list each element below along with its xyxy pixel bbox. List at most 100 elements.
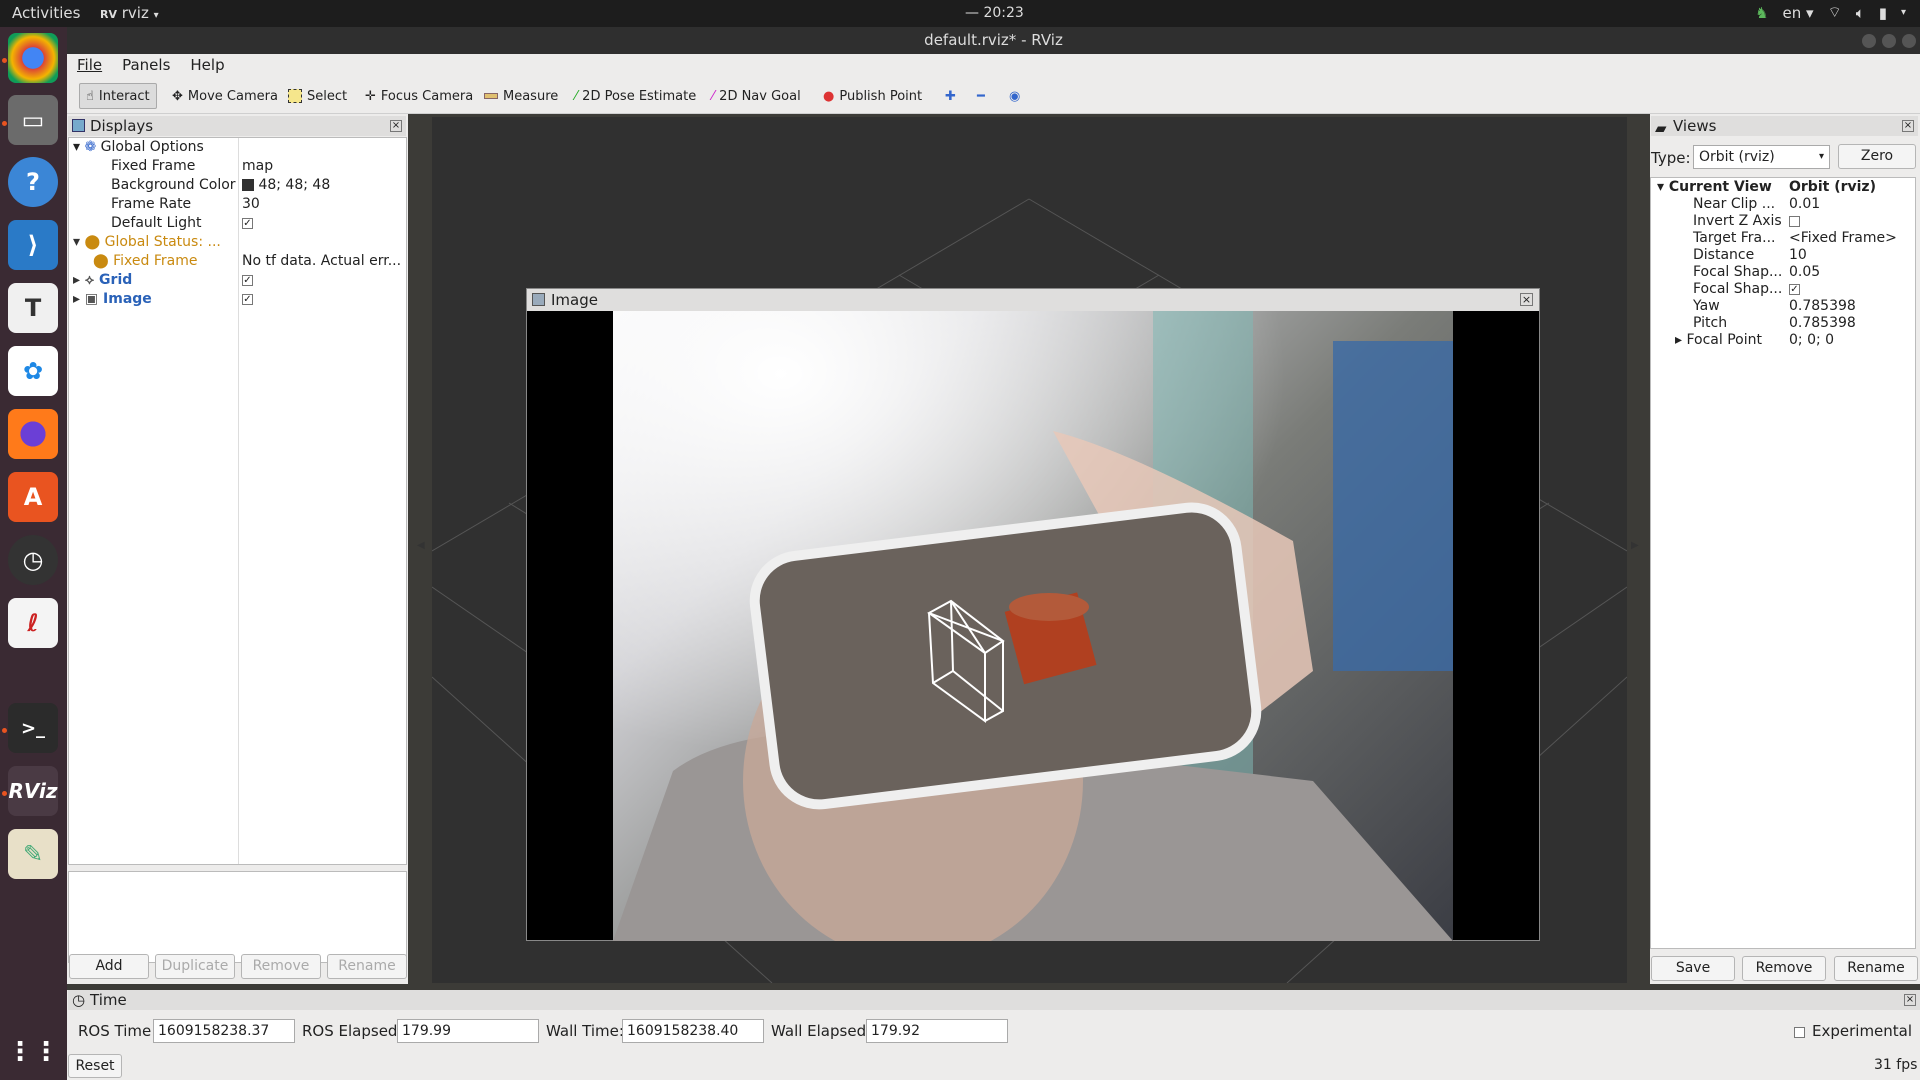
save-view-button[interactable]: Save [1651,956,1735,981]
remove-view-button[interactable]: Remove [1742,956,1826,981]
displays-tree[interactable]: ▾ ❁ Global Options Fixed Frame map Backg… [68,137,407,865]
expand-arrow-icon[interactable]: ▸ [73,272,80,288]
remove-display-button[interactable]: Remove [241,954,321,979]
experimental-checkbox[interactable] [1794,1024,1805,1040]
status-error-text: No tf data. Actual err... [242,253,402,269]
fixed-frame-label: Fixed Frame [111,158,196,174]
ros-time-label: ROS Time: [78,1022,157,1040]
volume-icon[interactable]: 🔈︎ [1856,4,1865,22]
app-menu[interactable]: RV rviz ▾ [100,4,159,22]
maximize-button[interactable] [1882,34,1896,48]
measure-tool[interactable]: Measure [478,83,564,109]
close-button[interactable] [1902,34,1916,48]
menu-help[interactable]: Help [180,54,234,78]
checkbox-unchecked[interactable] [1789,215,1800,227]
ros-elapsed-field[interactable]: 179.99 [397,1019,539,1043]
reset-button[interactable]: Reset [68,1054,122,1078]
expand-arrow-icon[interactable]: ▾ [73,139,80,155]
expand-arrow-icon[interactable]: ▾ [73,234,80,250]
checkbox-unchecked[interactable] [1794,1026,1805,1038]
system-tray[interactable]: ♞ en ▾ ⌔ 🔈︎ ▮ ▾ [1755,3,1906,22]
language-indicator[interactable]: en ▾ [1783,4,1814,22]
terminal-icon[interactable]: >_ [8,703,58,753]
tree-row-global-options[interactable]: ▾ ❁ Global Options [73,139,204,158]
add-tool-button[interactable]: ✚ [939,83,962,109]
image-viewer-icon[interactable]: ✎ [8,829,58,879]
duplicate-display-button[interactable]: Duplicate [155,954,235,979]
move-camera-tool[interactable]: ✥ Move Camera [166,83,284,109]
interact-tool[interactable]: ☝ Interact [79,83,157,109]
wall-elapsed-field[interactable]: 179.92 [866,1019,1008,1043]
window-titlebar[interactable]: default.rviz* - RViz [67,27,1920,54]
rename-view-button[interactable]: Rename [1834,956,1918,981]
zero-button[interactable]: Zero [1838,144,1916,169]
ros-time-field[interactable]: 1609158238.37 [153,1019,295,1043]
close-panel-button[interactable]: × [1904,994,1916,1006]
tree-row-grid[interactable]: ▸ ⟡ Grid [73,272,132,291]
remove-tool-button[interactable]: ━ [971,83,991,109]
minimize-button[interactable] [1862,34,1876,48]
cloud-app-icon[interactable]: ✿ [8,346,58,396]
help-icon[interactable]: ? [8,157,58,207]
background-color-value[interactable]: 48; 48; 48 [242,177,330,196]
default-light-checkbox[interactable]: ✓ [242,215,253,234]
add-display-button[interactable]: Add [69,954,149,979]
select-tool[interactable]: Select [282,83,353,109]
rename-display-button[interactable]: Rename [327,954,407,979]
focal-point-value[interactable]: 0; 0; 0 [1789,332,1834,351]
default-light-label: Default Light [111,215,202,231]
pose-estimate-tool[interactable]: ⁄ 2D Pose Estimate [569,83,702,109]
checkbox-checked[interactable]: ✓ [242,293,253,305]
views-tree[interactable]: ▾ Current View Orbit (rviz) Near Clip ..… [1650,177,1916,949]
camera-type-button[interactable]: ◉ [1003,83,1026,109]
close-icon[interactable]: × [1520,293,1533,306]
expand-arrow-icon[interactable]: ▸ [73,291,80,307]
close-panel-button[interactable]: × [390,120,402,132]
activities-button[interactable]: Activities [12,4,80,22]
expand-arrow-icon[interactable]: ▸ [1675,332,1682,348]
pdf-viewer-icon[interactable]: ℓ [8,598,58,648]
tree-row-global-status[interactable]: ▾ ⬤ Global Status: ... [73,234,221,253]
collapse-left-icon[interactable]: ◀ [417,540,425,551]
rviz-icon[interactable]: RViz [8,766,58,816]
software-center-icon[interactable]: A [8,472,58,522]
checkbox-checked[interactable]: ✓ [1789,283,1800,295]
close-panel-button[interactable]: × [1902,120,1914,132]
grid-checkbox[interactable]: ✓ [242,272,253,291]
menu-panels[interactable]: Panels [112,54,180,78]
image-checkbox[interactable]: ✓ [242,291,253,310]
text-editor-icon[interactable]: T [8,283,58,333]
status-fixed-frame-row[interactable]: ⬤ Fixed Frame [93,253,197,272]
files-icon[interactable]: ▭ [8,95,58,145]
publish-point-tool[interactable]: ● Publish Point [817,83,928,109]
menu-bar: File Panels Help [67,54,1920,78]
focal-point-row[interactable]: ▸ Focal Point [1675,332,1762,351]
image-window[interactable]: Image × [526,288,1540,941]
current-view-label: Current View [1668,179,1772,195]
chrome-icon[interactable] [8,33,58,83]
collapse-right-icon[interactable]: ▶ [1631,540,1639,551]
checkbox-checked[interactable]: ✓ [242,217,253,229]
timeshift-icon[interactable]: ◷ [8,535,58,585]
display-panel-icon [72,119,85,132]
notification-icon[interactable]: ♞ [1755,4,1768,22]
nav-goal-tool[interactable]: ⁄ 2D Nav Goal [706,83,807,109]
tree-row-image[interactable]: ▸ ▣ Image [73,291,152,310]
clock[interactable]: — 20:23 [965,5,1024,21]
chevron-down-icon[interactable]: ▾ [1901,7,1906,18]
show-applications-icon[interactable]: ⋮⋮ [7,1027,59,1077]
checkbox-checked[interactable]: ✓ [242,274,253,286]
expand-arrow-icon[interactable]: ▾ [1657,179,1664,195]
top-bar: Activities RV rviz ▾ — 20:23 ♞ en ▾ ⌔ 🔈︎… [0,0,1920,27]
frame-rate-value[interactable]: 30 [242,196,260,215]
battery-icon[interactable]: ▮ [1879,4,1887,22]
wall-time-field[interactable]: 1609158238.40 [622,1019,764,1043]
wifi-icon[interactable]: ⌔ [1828,3,1842,22]
focus-camera-tool[interactable]: ✛ Focus Camera [359,83,479,109]
view-type-select[interactable]: Orbit (rviz) ▾ [1693,145,1830,169]
vscode-icon[interactable]: ⟩ [8,220,58,270]
firefox-icon[interactable] [8,409,58,459]
menu-file[interactable]: File [67,54,112,78]
image-window-header[interactable]: Image × [527,289,1539,311]
fixed-frame-value[interactable]: map [242,158,273,177]
